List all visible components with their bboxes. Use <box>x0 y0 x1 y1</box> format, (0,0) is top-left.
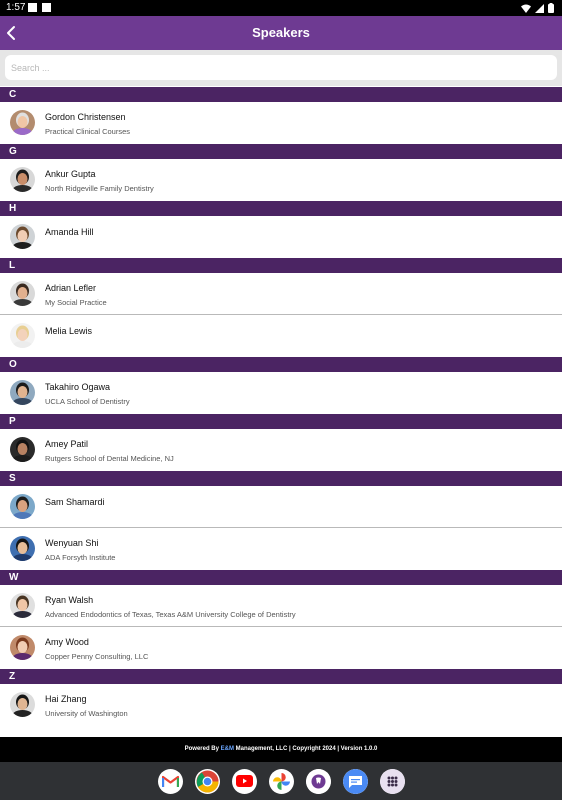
speaker-row[interactable]: Melia Lewis <box>0 315 562 357</box>
speaker-affiliation: ADA Forsyth Institute <box>45 553 116 562</box>
messages-icon[interactable] <box>342 768 368 794</box>
speaker-name: Wenyuan Shi <box>45 538 99 548</box>
speaker-name: Ryan Walsh <box>45 595 94 605</box>
notification-icon <box>42 3 51 12</box>
speaker-affiliation: Practical Clinical Courses <box>45 127 131 136</box>
speaker-row[interactable]: Wenyuan Shi ADA Forsyth Institute <box>0 528 562 570</box>
speaker-affiliation: My Social Practice <box>45 298 107 307</box>
speaker-name: Amey Patil <box>45 439 89 449</box>
speaker-affiliation: Copper Penny Consulting, LLC <box>45 652 149 661</box>
section-header-c: C <box>0 87 562 102</box>
youtube-icon[interactable] <box>231 768 257 794</box>
page-title: Speakers <box>252 25 310 40</box>
notification-icon <box>28 3 37 12</box>
chrome-icon[interactable] <box>194 768 220 794</box>
speaker-name: Sam Shamardi <box>45 497 105 507</box>
speaker-affiliation: North Ridgeville Family Dentistry <box>45 184 154 193</box>
speaker-row[interactable]: Ryan Walsh Advanced Endodontics of Texas,… <box>0 585 562 627</box>
gmail-icon[interactable] <box>157 768 183 794</box>
section-header-p: P <box>0 414 562 429</box>
speaker-affiliation: Advanced Endodontics of Texas, Texas A&M… <box>45 610 296 619</box>
avatar <box>10 437 35 462</box>
footer-prefix: Powered By <box>184 746 221 752</box>
avatar <box>10 281 35 306</box>
app-drawer-icon[interactable] <box>379 768 405 794</box>
search-bar <box>0 50 562 86</box>
speaker-row[interactable]: Amey Patil Rutgers School of Dental Medic… <box>0 429 562 471</box>
signal-icon <box>535 3 544 13</box>
speaker-row[interactable]: Takahiro Ogawa UCLA School of Dentistry <box>0 372 562 414</box>
speaker-row[interactable]: Hai Zhang University of Washington <box>0 684 562 726</box>
avatar <box>10 692 35 717</box>
speaker-name: Hai Zhang <box>45 694 87 704</box>
search-input[interactable] <box>5 55 557 80</box>
speaker-affiliation: UCLA School of Dentistry <box>45 397 130 406</box>
section-header-s: S <box>0 471 562 486</box>
speaker-name: Takahiro Ogawa <box>45 382 111 392</box>
avatar <box>10 224 35 249</box>
speaker-name: Gordon Christensen <box>45 112 126 122</box>
footer: Powered By E&M Management, LLC | Copyrig… <box>0 737 562 762</box>
speaker-row[interactable]: Gordon Christensen Practical Clinical Cou… <box>0 102 562 144</box>
photos-icon[interactable] <box>268 768 294 794</box>
speaker-row[interactable]: Adrian Lefler My Social Practice <box>0 273 562 315</box>
speaker-row[interactable]: Amanda Hill <box>0 216 562 258</box>
avatar <box>10 380 35 405</box>
avatar <box>10 167 35 192</box>
avatar <box>10 494 35 519</box>
footer-suffix: Management, LLC | Copyright 2024 | Versi… <box>233 746 378 752</box>
section-header-l: L <box>0 258 562 273</box>
speaker-affiliation: Rutgers School of Dental Medicine, NJ <box>45 454 174 463</box>
speaker-row[interactable]: Ankur Gupta North Ridgeville Family Denti… <box>0 159 562 201</box>
speaker-name: Amy Wood <box>45 637 89 647</box>
speaker-affiliation: University of Washington <box>45 709 128 718</box>
avatar <box>10 110 35 135</box>
speaker-row[interactable]: Sam Shamardi <box>0 486 562 528</box>
speaker-name: Adrian Lefler <box>45 283 97 293</box>
section-header-o: O <box>0 357 562 372</box>
speaker-name: Ankur Gupta <box>45 169 96 179</box>
section-header-h: H <box>0 201 562 216</box>
section-header-g: G <box>0 144 562 159</box>
status-bar: 1:57 <box>0 0 562 16</box>
speaker-list[interactable]: C Gordon Christensen Practical Clinical Co… <box>0 87 562 735</box>
speaker-name: Amanda Hill <box>45 227 94 237</box>
status-time: 1:57 <box>6 2 26 13</box>
avatar <box>10 593 35 618</box>
section-header-z: Z <box>0 669 562 684</box>
wifi-icon <box>521 4 531 13</box>
speaker-name: Melia Lewis <box>45 326 93 336</box>
speaker-row[interactable]: Amy Wood Copper Penny Consulting, LLC <box>0 627 562 669</box>
avatar <box>10 536 35 561</box>
avatar <box>10 635 35 660</box>
tooth-app-icon[interactable] <box>305 768 331 794</box>
app-bar: Speakers <box>0 16 562 50</box>
section-header-w: W <box>0 570 562 585</box>
avatar <box>10 323 35 348</box>
footer-brand: E&M <box>220 746 234 752</box>
battery-icon <box>548 3 554 13</box>
app-dock <box>0 762 562 800</box>
